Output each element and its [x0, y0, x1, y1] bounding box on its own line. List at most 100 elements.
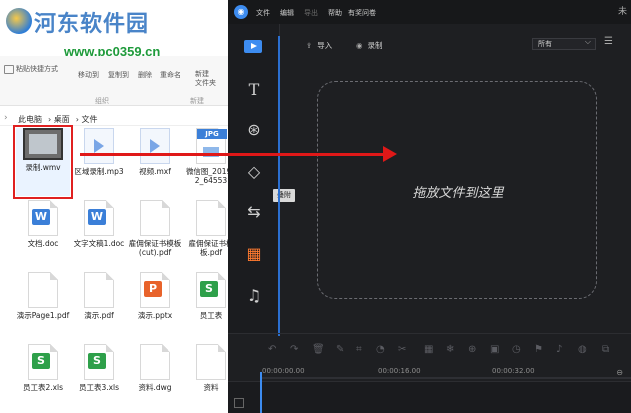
file-type-badge: S — [32, 353, 50, 369]
film-elements-icon[interactable]: ▦ — [244, 244, 264, 264]
track-lock-icon[interactable] — [234, 398, 244, 408]
media-drop-zone[interactable]: 拖放文件到这里 — [317, 81, 597, 299]
detach-icon[interactable]: ⧉ — [602, 344, 609, 355]
file-item[interactable]: JPG 微信图_201912_64553 — [184, 128, 232, 196]
file-type-badge: JPG — [197, 129, 227, 139]
delete-button[interactable]: 删除 — [138, 70, 152, 80]
media-file-icon — [84, 128, 114, 164]
split-icon[interactable]: ✂ — [398, 344, 406, 355]
file-type-badge: P — [144, 281, 162, 297]
menu-file[interactable]: 文件 — [256, 8, 270, 18]
timecode: 00:00:00.00 — [262, 367, 305, 375]
transition-icon[interactable]: ⇆ — [244, 202, 264, 222]
file-explorer-window: 河东软件园 www.pc0359.cn 粘贴快捷方式 移动到 复制到 删除 重命… — [0, 0, 232, 413]
redo-icon[interactable]: ↷ — [290, 344, 298, 355]
file-item[interactable]: 演示.pdf — [72, 272, 126, 340]
crop-icon[interactable]: ⌗ — [356, 344, 362, 355]
sidebar-tooltip: 叠附 — [273, 189, 295, 202]
import-label: 导入 — [317, 41, 333, 50]
up-arrow-icon[interactable]: › — [4, 113, 8, 123]
snapshot-icon[interactable]: ▣ — [490, 344, 499, 355]
file-label: 员工表3.xls — [78, 383, 120, 392]
paste-shortcut-button[interactable]: 粘贴快捷方式 — [4, 64, 58, 74]
new-folder-button[interactable]: 新建 文件夹 — [195, 70, 216, 88]
file-label: 资料 — [203, 383, 219, 392]
file-item[interactable]: W 文字文稿1.doc — [72, 200, 126, 268]
watermark-logo-icon — [6, 8, 32, 34]
file-item[interactable]: S 员工表 — [184, 272, 232, 340]
breadcrumb-item[interactable]: 文件 — [82, 115, 98, 124]
paste-shortcut-label: 粘贴快捷方式 — [16, 65, 58, 73]
media-toolbar: ⇪ 导入 ◉ 录制 所有 ☰ — [280, 24, 631, 66]
blank-file-icon — [28, 272, 58, 308]
copy-to-button[interactable]: 复制到 — [108, 70, 129, 80]
file-label: 雇佣保证书模板(cut).pdf — [128, 239, 182, 257]
file-label: 演示Page1.pdf — [16, 311, 70, 320]
markers-icon[interactable]: ⚑ — [534, 344, 543, 355]
file-label: 雇佣保证书模板.pdf — [188, 239, 233, 257]
file-item[interactable]: 区域录制.mp3 — [72, 128, 126, 196]
record-label: 录制 — [367, 41, 383, 50]
duration-icon[interactable]: ◷ — [512, 344, 521, 355]
file-item[interactable]: 录制.wmv — [13, 125, 73, 199]
media-filter-select[interactable]: 所有 — [532, 37, 596, 50]
file-item[interactable]: 资料 — [184, 344, 232, 412]
filter-icon[interactable]: ⊛ — [244, 120, 264, 140]
file-label: 文字文稿1.doc — [73, 239, 125, 248]
edit-icon[interactable]: ✎ — [336, 344, 344, 355]
menu-edit[interactable]: 编辑 — [280, 8, 294, 18]
file-item[interactable]: 演示Page1.pdf — [16, 272, 70, 340]
file-item[interactable]: 视频.mxf — [128, 128, 182, 196]
audio-icon[interactable]: ◍ — [578, 344, 587, 355]
zoom-clip-icon[interactable]: ⊕ — [468, 344, 476, 355]
record-icon: ◉ — [356, 41, 363, 50]
menu-help[interactable]: 帮助 — [328, 8, 342, 18]
breadcrumb-item[interactable]: 此电脑 — [18, 115, 42, 124]
rename-button[interactable]: 重命名 — [160, 70, 181, 80]
timeline-zoom-icon[interactable]: ⊖ — [616, 368, 623, 377]
media-tab-icon[interactable] — [244, 40, 262, 53]
sheet-file-icon: S — [196, 272, 226, 308]
freeze-icon[interactable]: ❄ — [446, 344, 454, 355]
music-icon[interactable]: ♫ — [244, 286, 264, 306]
media-file-icon — [140, 128, 170, 164]
breadcrumb: 此电脑 › 桌面 › 文件 — [18, 115, 98, 124]
timeline-ruler[interactable]: 00:00:00.00 00:00:16.00 00:00:32.00 — [228, 361, 631, 379]
video-editor-window: ◉ 文件 编辑 导出 帮助 有奖问卷 未 T ⊛ ◇ ⇆ ▦ ♫ 叠附 ⇪ 导入 … — [228, 0, 631, 413]
timeline-track[interactable] — [228, 381, 631, 413]
file-item[interactable]: 资料.dwg — [128, 344, 182, 412]
playhead[interactable] — [260, 372, 262, 413]
video-file-icon — [23, 128, 63, 160]
speed-icon[interactable]: ◔ — [376, 344, 385, 355]
menu-export[interactable]: 导出 — [304, 8, 318, 18]
address-bar[interactable]: › 此电脑 › 桌面 › 文件 — [0, 112, 232, 126]
drop-zone-label: 拖放文件到这里 — [412, 186, 504, 201]
list-view-icon[interactable]: ☰ — [604, 36, 613, 47]
delete-clip-icon[interactable]: 🗑 — [312, 344, 325, 355]
file-item[interactable]: S 员工表2.xls — [16, 344, 70, 412]
file-label: 微信图_201912_64553 — [185, 167, 232, 185]
mosaic-icon[interactable]: ▦ — [424, 344, 433, 355]
record-button[interactable]: ◉ 录制 — [356, 40, 383, 51]
new-folder-label-1: 新建 — [195, 70, 209, 78]
ppt-file-icon: P — [140, 272, 170, 308]
overlay-icon[interactable]: ◇ — [244, 162, 264, 182]
file-item[interactable]: S 员工表3.xls — [72, 344, 126, 412]
file-item[interactable]: W 文档.doc — [16, 200, 70, 268]
file-label: 员工表 — [199, 311, 223, 320]
voiceover-icon[interactable]: ♪ — [556, 344, 562, 355]
window-title: 未 — [617, 7, 627, 17]
ruler-line — [260, 377, 631, 379]
timeline-toolbar: ↶ ↷ 🗑 ✎ ⌗ ◔ ✂ ▦ ❄ ⊕ ▣ ◷ ⚑ ♪ ◍ ⧉ — [228, 333, 631, 361]
file-item[interactable]: P 演示.pptx — [128, 272, 182, 340]
menu-new-version[interactable]: 有奖问卷 — [348, 8, 376, 18]
file-item[interactable]: 雇佣保证书模板(cut).pdf — [128, 200, 182, 268]
breadcrumb-item[interactable]: 桌面 — [54, 115, 70, 124]
move-to-button[interactable]: 移动到 — [78, 70, 99, 80]
import-button[interactable]: ⇪ 导入 — [306, 40, 332, 51]
undo-icon[interactable]: ↶ — [268, 344, 276, 355]
text-icon[interactable]: T — [244, 80, 264, 100]
active-panel-indicator — [278, 36, 280, 336]
file-item[interactable]: 雇佣保证书模板.pdf — [184, 200, 232, 268]
file-type-badge: S — [88, 353, 106, 369]
